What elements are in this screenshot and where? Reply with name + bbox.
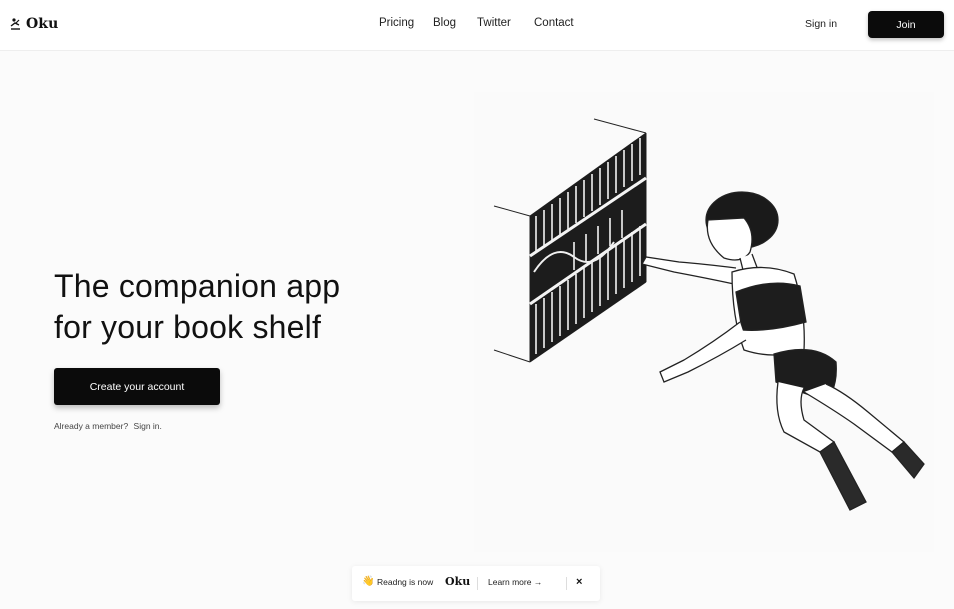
hero-title: The companion app for your book shelf [54, 266, 414, 348]
brand-name: Oku [26, 16, 59, 32]
already-member-label: Already a member? [54, 421, 129, 431]
oku-logo-link[interactable]: Oku [10, 16, 58, 32]
nav-link-blog[interactable]: Blog [433, 17, 456, 29]
already-member-text: Already a member? Sign in. [54, 421, 162, 431]
nav-link-twitter[interactable]: Twitter [477, 17, 511, 29]
sign-in-link[interactable]: Sign in [805, 18, 837, 30]
create-account-button[interactable]: Create your account [54, 368, 220, 405]
toast-message: Readng is now [377, 577, 434, 587]
close-icon[interactable]: × [576, 576, 582, 588]
nav-link-contact[interactable]: Contact [534, 17, 574, 29]
toast-brand: Oku [445, 575, 471, 588]
announcement-toast: 👋 Readng is now Oku Learn more → × [352, 566, 600, 601]
hero-title-line-2: for your book shelf [54, 309, 322, 345]
sign-in-inline-link[interactable]: Sign in. [134, 421, 162, 431]
toast-divider [477, 577, 478, 590]
hero-title-line-1: The companion app [54, 268, 341, 304]
learn-more-link[interactable]: Learn more → [488, 577, 542, 587]
join-button[interactable]: Join [868, 11, 944, 38]
woman-reaching-bookshelf-illustration [493, 118, 925, 511]
waving-hand-icon: 👋 [362, 576, 375, 587]
top-navigation-bar: Oku Pricing Blog Twitter Contact Sign in… [0, 0, 954, 51]
hero-illustration [474, 92, 934, 552]
toast-divider [566, 577, 567, 590]
nav-link-pricing[interactable]: Pricing [379, 17, 414, 29]
reading-figure-icon [10, 18, 20, 30]
